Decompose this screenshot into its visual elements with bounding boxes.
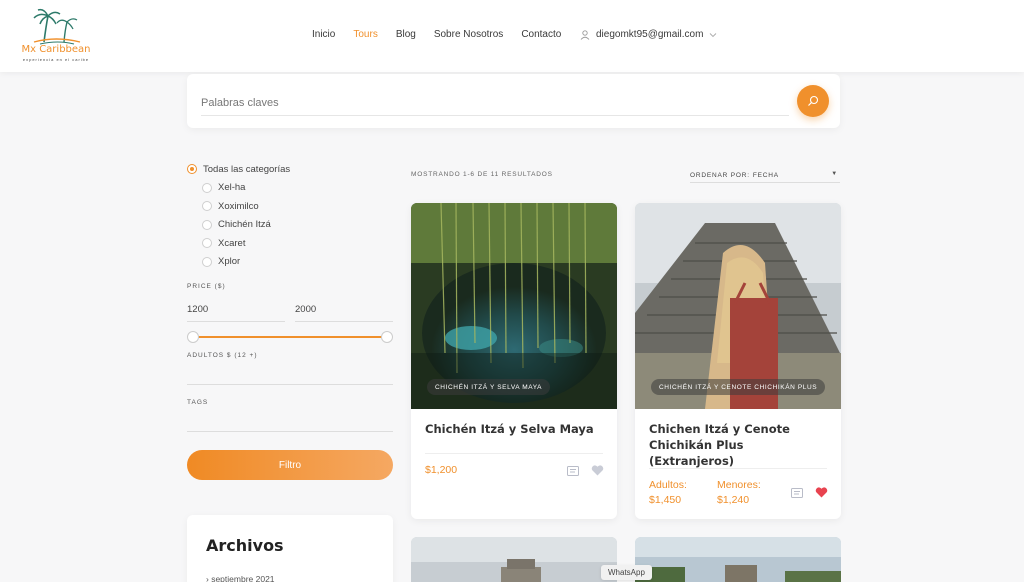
tour-image-cenote[interactable]: CHICHÉN ITZÁ Y SELVA MAYA: [411, 203, 617, 409]
comment-icon[interactable]: [567, 465, 579, 476]
adult-price-label: Adultos:: [649, 479, 687, 491]
slider-handle-min[interactable]: [187, 331, 199, 343]
radio-icon: [202, 238, 212, 249]
divider: [425, 453, 603, 454]
slider-track: [193, 336, 387, 338]
sort-value: FECHA: [752, 171, 779, 179]
category-label: Xel-ha: [218, 182, 246, 194]
category-option-xplor[interactable]: Xplor: [187, 253, 393, 272]
nav-item-tours[interactable]: Tours: [353, 29, 377, 40]
radio-checked-icon: [187, 164, 197, 175]
price-min-field[interactable]: 1200: [187, 300, 285, 322]
heart-icon[interactable]: [591, 465, 604, 476]
nav-item-inicio[interactable]: Inicio: [312, 29, 335, 40]
card-actions: [791, 487, 828, 498]
adults-field[interactable]: [187, 363, 393, 385]
nav-item-blog[interactable]: Blog: [396, 29, 416, 40]
adult-price-block: Adultos: $1,450: [649, 478, 687, 508]
radio-icon: [202, 201, 212, 212]
card-actions: [567, 465, 604, 476]
radio-icon: [202, 256, 212, 267]
archive-item[interactable]: › septiembre 2021: [206, 574, 275, 582]
tour-image: [635, 537, 841, 582]
user-email: diegomkt95@gmail.com: [596, 29, 704, 40]
price-label: PRICE ($): [187, 283, 226, 290]
tour-category-tag[interactable]: CHICHÉN ITZÁ Y CENOTE CHICHIKÁN PLUS: [651, 379, 826, 395]
slider-handle-max[interactable]: [381, 331, 393, 343]
minor-price-label: Menores:: [717, 479, 761, 491]
site-header: Mx Caribbean experiencia en el caribe In…: [0, 0, 1024, 72]
tags-label: TAGS: [187, 399, 209, 406]
comment-icon[interactable]: [791, 487, 803, 498]
adult-price: $1,450: [649, 494, 682, 506]
tour-card[interactable]: CHICHÉN ITZÁ Y SELVA MAYA Chichén Itzá y…: [411, 203, 617, 519]
search-input[interactable]: [201, 90, 789, 116]
whatsapp-button[interactable]: WhatsApp: [601, 565, 652, 580]
search-bar: [187, 74, 840, 128]
results-count: MOSTRANDO 1-6 DE 11 RESULTADOS: [411, 171, 553, 178]
category-label: Xcaret: [218, 237, 246, 249]
tour-image: [411, 537, 617, 582]
chevron-down-icon: [710, 32, 717, 37]
category-label: Chichén Itzá: [218, 219, 271, 231]
user-icon: [580, 29, 590, 40]
archives-widget: Archivos › septiembre 2021: [187, 515, 393, 582]
price-slider[interactable]: [187, 330, 393, 344]
category-option-all[interactable]: Todas las categorías: [187, 160, 393, 179]
sort-label: ORDENAR POR:: [690, 171, 750, 179]
brand-logo[interactable]: Mx Caribbean experiencia en el caribe: [20, 6, 92, 68]
archives-title: Archivos: [206, 536, 284, 555]
radio-icon: [202, 219, 212, 230]
category-label: Xoximilco: [218, 200, 259, 212]
brand-tagline: experiencia en el caribe: [22, 57, 90, 62]
tour-card[interactable]: CHICHÉN ITZÁ Y CENOTE CHICHIKÁN PLUS Chi…: [635, 203, 841, 519]
filters-sidebar: Todas las categorías Xel-ha Xoximilco Ch…: [187, 160, 393, 480]
category-label: Todas las categorías: [203, 163, 291, 175]
filter-button[interactable]: Filtro: [187, 450, 393, 480]
category-option-xel-ha[interactable]: Xel-ha: [187, 179, 393, 198]
user-menu[interactable]: diegomkt95@gmail.com: [580, 29, 717, 40]
category-option-xoximilco[interactable]: Xoximilco: [187, 197, 393, 216]
price-max-field[interactable]: 2000: [295, 300, 393, 322]
search-button[interactable]: [797, 85, 829, 117]
main-nav: Inicio Tours Blog Sobre Nosotros Contact…: [312, 29, 579, 40]
category-option-chichen-itza[interactable]: Chichén Itzá: [187, 216, 393, 235]
divider: [649, 468, 827, 469]
tags-field[interactable]: [187, 410, 393, 432]
tour-image-pyramid[interactable]: CHICHÉN ITZÁ Y CENOTE CHICHIKÁN PLUS: [635, 203, 841, 409]
search-icon: [808, 95, 819, 106]
nav-item-contacto[interactable]: Contacto: [521, 29, 561, 40]
tour-price: $1,200: [425, 464, 458, 476]
category-option-xcaret[interactable]: Xcaret: [187, 234, 393, 253]
minor-price: $1,240: [717, 494, 750, 506]
sort-select[interactable]: ORDENAR POR: FECHA ▼: [690, 168, 840, 183]
tour-category-tag[interactable]: CHICHÉN ITZÁ Y SELVA MAYA: [427, 379, 551, 395]
heart-filled-icon[interactable]: [815, 487, 828, 498]
nav-item-sobre-nosotros[interactable]: Sobre Nosotros: [434, 29, 503, 40]
tour-card-partial[interactable]: [635, 537, 841, 582]
adults-label: ADULTOS $ (12 +): [187, 352, 258, 359]
brand-name: Mx Caribbean: [21, 44, 91, 55]
tour-card-partial[interactable]: [411, 537, 617, 582]
radio-icon: [202, 182, 212, 193]
minor-price-block: Menores: $1,240: [717, 478, 761, 508]
tour-title[interactable]: Chichén Itzá y Selva Maya: [425, 421, 605, 437]
palm-tree-icon: [33, 8, 81, 45]
tour-title[interactable]: Chichen Itzá y Cenote Chichikán Plus (Ex…: [649, 421, 829, 469]
caret-down-icon: ▼: [831, 171, 838, 177]
category-label: Xplor: [218, 256, 241, 268]
